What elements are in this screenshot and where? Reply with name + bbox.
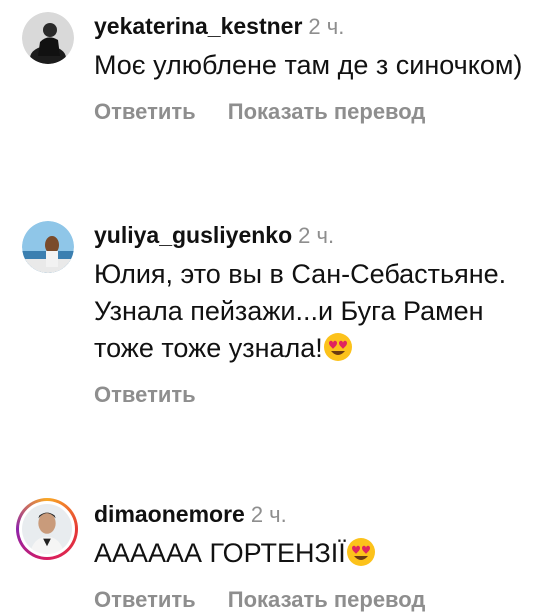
comment-time: 2 ч. — [298, 223, 335, 248]
user-avatar-image — [22, 504, 72, 554]
avatar[interactable] — [22, 12, 74, 64]
comment-header: dimaonemore 2 ч. — [94, 500, 536, 529]
heart-eyes-emoji-icon — [323, 332, 353, 362]
user-avatar-image — [22, 221, 74, 273]
comment-actions: Ответить Показать перевод — [94, 98, 536, 126]
avatar-story-ring[interactable] — [16, 498, 78, 560]
comment-time: 2 ч. — [308, 14, 345, 39]
username-link[interactable]: dimaonemore — [94, 501, 245, 527]
comment-header: yekaterina_kestner 2 ч. — [94, 12, 536, 41]
username-link[interactable]: yekaterina_kestner — [94, 13, 302, 39]
comment-actions: Ответить — [94, 381, 536, 409]
avatar[interactable] — [22, 221, 74, 273]
comment-header: yuliya_gusliyenko 2 ч. — [94, 221, 536, 250]
comment-text: АААААА ГОРТЕНЗІЇ — [94, 535, 536, 572]
comment-time: 2 ч. — [250, 502, 287, 527]
user-avatar-image — [22, 12, 74, 64]
comment-text: Юлия, это вы в Сан-Себастьяне. Узнала пе… — [94, 256, 536, 367]
comment-text-content: Юлия, это вы в Сан-Себастьяне. Узнала пе… — [94, 259, 507, 363]
comment-actions: Ответить Показать перевод — [94, 586, 536, 614]
comment-text-content: АААААА ГОРТЕНЗІЇ — [94, 538, 346, 568]
avatar — [19, 501, 75, 557]
reply-button[interactable]: Ответить — [94, 99, 196, 124]
reply-button[interactable]: Ответить — [94, 382, 196, 407]
comment-text: Моє улюблене там де з синочком) — [94, 50, 523, 80]
username-link[interactable]: yuliya_gusliyenko — [94, 222, 292, 248]
show-translation-button[interactable]: Показать перевод — [228, 99, 426, 124]
heart-eyes-emoji-icon — [346, 537, 376, 567]
